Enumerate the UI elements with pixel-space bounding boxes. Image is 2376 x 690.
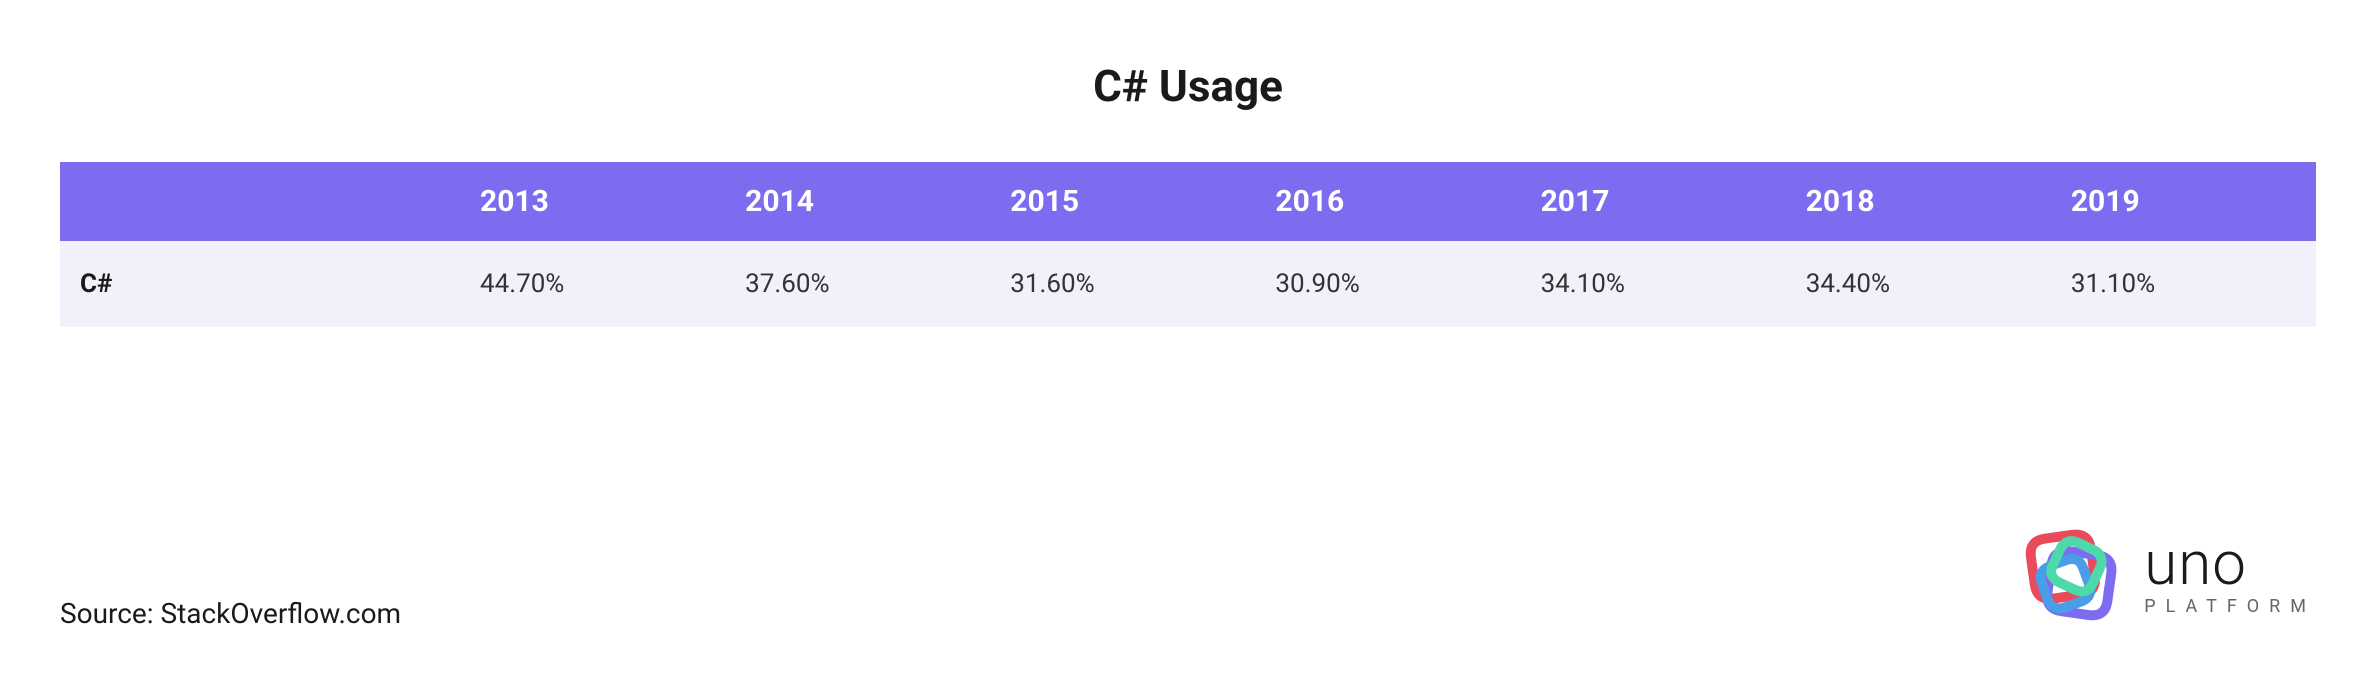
- table-cell-value: 30.90%: [1255, 241, 1520, 327]
- table-cell-value: 34.40%: [1786, 241, 2051, 327]
- table-header-year: 2017: [1521, 162, 1786, 241]
- chart-title: C# Usage: [60, 60, 2316, 112]
- uno-logo-text: uno PLATFORM: [2144, 534, 2316, 617]
- footer: Source: StackOverflow.com uno PLATFORM: [60, 520, 2316, 630]
- table-header-year: 2016: [1255, 162, 1520, 241]
- table-row-label: C#: [60, 241, 460, 327]
- table-header-year: 2013: [460, 162, 725, 241]
- source-text: Source: StackOverflow.com: [60, 597, 401, 630]
- uno-logo: uno PLATFORM: [2016, 520, 2316, 630]
- data-table: 2013 2014 2015 2016 2017 2018 2019 C# 44…: [60, 162, 2316, 327]
- table-cell-value: 31.10%: [2051, 241, 2316, 327]
- uno-logo-main: uno: [2144, 534, 2247, 594]
- uno-logo-sub: PLATFORM: [2144, 596, 2316, 617]
- table-header-row: 2013 2014 2015 2016 2017 2018 2019: [60, 162, 2316, 241]
- table-header-year: 2015: [990, 162, 1255, 241]
- table-row: C# 44.70% 37.60% 31.60% 30.90% 34.10% 34…: [60, 241, 2316, 327]
- table-cell-value: 34.10%: [1521, 241, 1786, 327]
- table-header-year: 2018: [1786, 162, 2051, 241]
- table-cell-value: 44.70%: [460, 241, 725, 327]
- table-header-empty: [60, 162, 460, 241]
- table-cell-value: 31.60%: [990, 241, 1255, 327]
- table-cell-value: 37.60%: [725, 241, 990, 327]
- data-table-container: 2013 2014 2015 2016 2017 2018 2019 C# 44…: [60, 162, 2316, 327]
- uno-logo-icon: [2016, 520, 2126, 630]
- table-header-year: 2019: [2051, 162, 2316, 241]
- table-header-year: 2014: [725, 162, 990, 241]
